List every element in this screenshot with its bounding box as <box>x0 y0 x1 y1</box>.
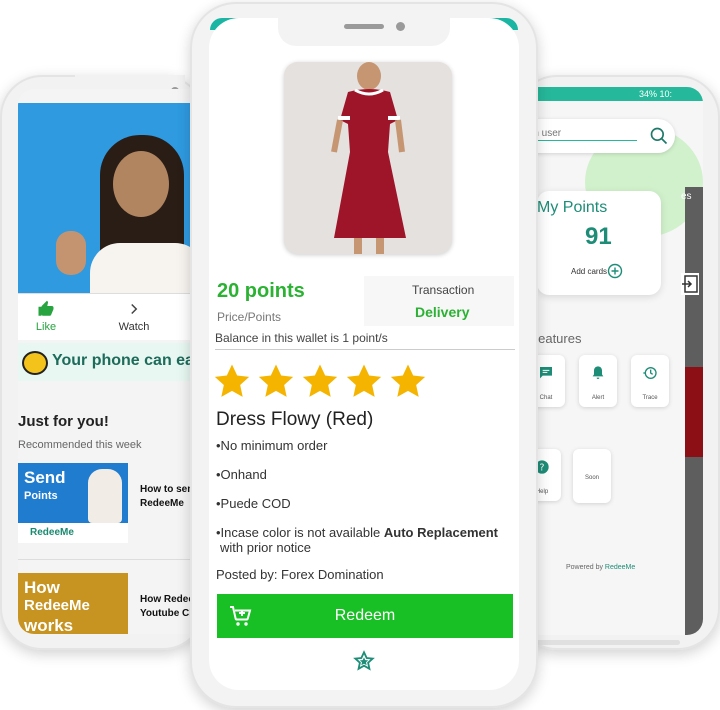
star-icon <box>346 364 382 397</box>
section-title: Just for you! <box>18 413 109 430</box>
side-image <box>685 367 703 457</box>
status-text: 34% 10: <box>635 89 677 99</box>
product-detail: •Onhand <box>216 467 267 482</box>
like-button[interactable]: Like <box>28 300 64 333</box>
thumb-brand: RedeeMe <box>30 527 74 538</box>
product-name: Dress Flowy (Red) <box>216 409 374 430</box>
thumb-title: How <box>24 578 60 597</box>
thumbs-up-icon <box>38 300 54 316</box>
thumb-person <box>88 469 122 523</box>
powered-by: Powered by RedeeMe <box>566 564 635 571</box>
banner-text: Your phone can ea <box>52 352 194 369</box>
my-points-title: My Points <box>537 199 608 216</box>
feature-soon[interactable]: Soon <box>573 449 611 503</box>
chevron-right-icon <box>131 303 138 315</box>
promo-banner[interactable]: Your phone can ea <box>18 343 205 381</box>
exit-icon <box>682 275 698 293</box>
product-detail: •Incase color is not available Auto Repl… <box>216 525 498 540</box>
search-icon[interactable] <box>649 126 669 146</box>
product-image[interactable] <box>284 62 452 254</box>
divider <box>18 559 205 560</box>
search-bar[interactable] <box>515 119 675 153</box>
bee-icon <box>22 351 48 375</box>
rating-stars <box>212 362 432 407</box>
my-points-value: 91 <box>585 223 612 250</box>
redeem-label: Redeem <box>334 607 396 624</box>
video-person-face <box>113 151 169 217</box>
exit-button[interactable] <box>681 273 699 295</box>
right-phone-frame: 34% 10: es My Points 91 Add cards er Fea… <box>515 75 720 650</box>
product-detail: with prior notice <box>220 540 312 555</box>
feature-label: Trace <box>642 395 658 401</box>
right-screen: 34% 10: es My Points 91 Add cards er Fea… <box>515 87 703 635</box>
video-title-line[interactable]: RedeeMe <box>140 497 184 511</box>
video-thumbnail[interactable]: Send Points RedeeMe <box>18 463 128 543</box>
add-cards-label: Add cards <box>571 267 608 276</box>
feature-label: Alert <box>591 395 605 401</box>
redeem-button[interactable]: Redeem <box>217 594 513 638</box>
speaker-grille <box>344 24 384 29</box>
star-icon <box>390 364 426 397</box>
search-input[interactable] <box>523 127 637 141</box>
video-person-hand <box>56 231 86 275</box>
favorite-star-icon[interactable] <box>353 650 375 672</box>
feature-label: Soon <box>584 475 599 481</box>
product-detail-bold: Auto Replacement <box>383 525 499 540</box>
chat-icon <box>540 367 552 379</box>
feature-trace[interactable]: Trace <box>631 355 669 407</box>
video-thumbnail[interactable]: How RedeeMe works <box>18 573 128 634</box>
transaction-label: Transaction <box>412 283 475 297</box>
thumb-subtitle: Points <box>24 490 58 502</box>
star-icon <box>214 364 250 397</box>
transaction-value: Delivery <box>415 304 470 320</box>
posted-by: Posted by: Forex Domination <box>216 567 384 582</box>
star-icon <box>258 364 294 397</box>
video-title-line[interactable]: How Redee <box>140 593 194 607</box>
video-title-line[interactable]: How to sen <box>140 483 193 497</box>
wallet-balance: Balance in this wallet is 1 point/s <box>215 331 388 345</box>
divider <box>215 349 515 350</box>
like-label: Like <box>35 321 57 333</box>
video-player[interactable] <box>18 103 205 303</box>
dress-illustration <box>284 62 452 254</box>
powered-by-brand: RedeeMe <box>604 564 636 571</box>
left-screen: Like Watch Your phone can ea Just for yo… <box>18 89 205 634</box>
phone-edge <box>530 640 680 645</box>
star-icon <box>302 364 338 397</box>
video-title-line[interactable]: Youtube Cl <box>140 607 192 621</box>
watch-label: Watch <box>118 321 150 333</box>
left-phone-frame: Like Watch Your phone can ea Just for yo… <box>0 75 205 650</box>
video-actions: Like Watch <box>18 293 205 340</box>
center-phone-frame: 20 points Price/Points Transaction Deliv… <box>190 2 538 708</box>
side-tab-text: es <box>681 191 692 202</box>
product-points: 20 points <box>217 280 305 302</box>
phone-notch <box>278 12 450 46</box>
price-label: Price/Points <box>217 310 282 324</box>
my-points-card[interactable]: My Points 91 Add cards <box>537 191 661 295</box>
section-subtitle: Recommended this week <box>18 439 142 451</box>
alert-icon <box>592 366 604 379</box>
product-detail-text: •Incase color is not available <box>216 525 384 540</box>
watch-button[interactable]: Watch <box>114 300 154 333</box>
product-detail: •Puede COD <box>216 496 291 511</box>
feature-alert[interactable]: Alert <box>579 355 617 407</box>
thumb-title: RedeeMe <box>24 597 90 614</box>
product-detail: •No minimum order <box>216 438 328 453</box>
thumb-title: Send <box>24 468 66 487</box>
thumb-title: works <box>24 616 74 634</box>
svg-text:?: ? <box>540 462 545 473</box>
product-detail-screen: 20 points Price/Points Transaction Deliv… <box>209 18 519 690</box>
trace-icon <box>643 367 657 379</box>
add-circle-icon[interactable] <box>607 263 623 279</box>
front-camera <box>396 22 405 31</box>
powered-by-text: Powered by <box>566 564 605 571</box>
